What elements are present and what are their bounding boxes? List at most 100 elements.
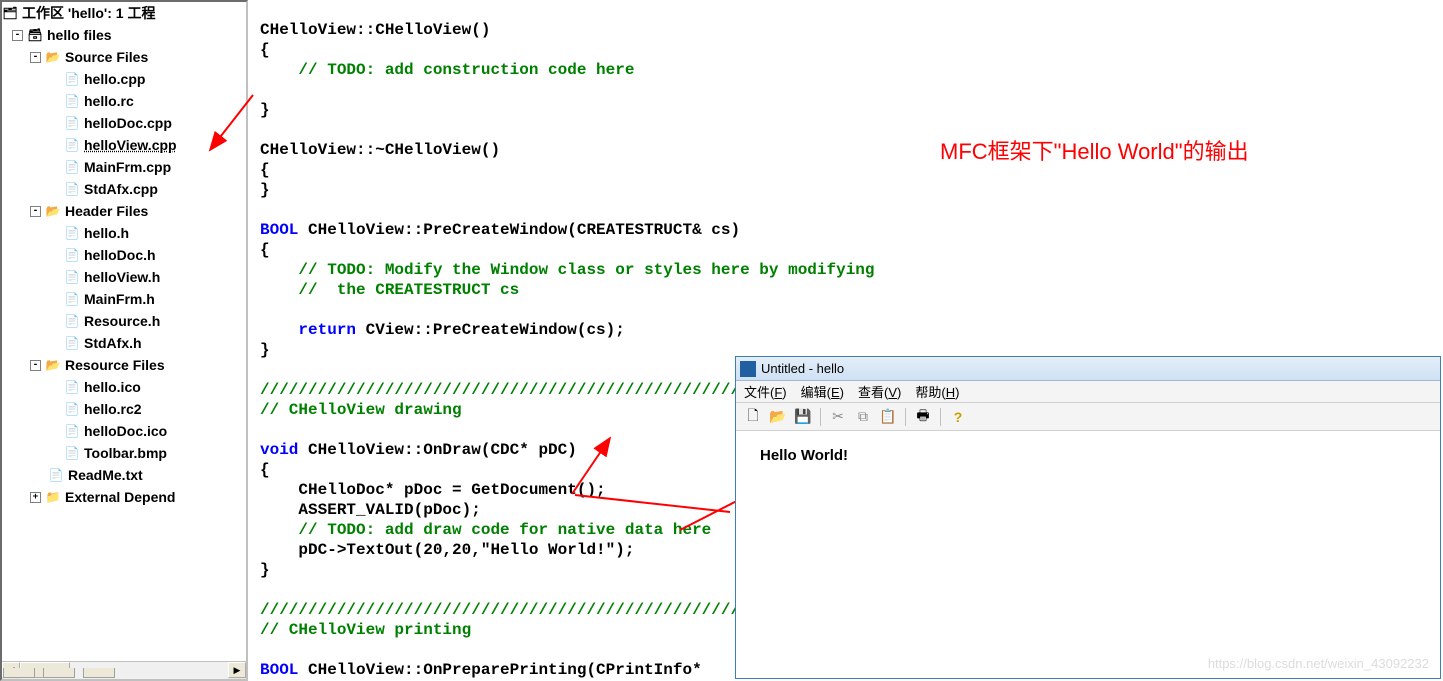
tree-file-label: helloView.h xyxy=(84,269,160,285)
menu-view[interactable]: 查看(V) xyxy=(858,382,901,401)
ico-file-icon: 📄 xyxy=(64,423,80,439)
folder-open-icon: 📂 xyxy=(45,49,61,65)
app-menubar: 文件(F) 编辑(E) 查看(V) 帮助(H) xyxy=(736,381,1440,403)
tree-file[interactable]: 📄StdAfx.h xyxy=(2,332,246,354)
tree-folder-label: Resource Files xyxy=(65,357,165,373)
tree-file[interactable]: 📄Resource.h xyxy=(2,310,246,332)
toolbar-separator xyxy=(940,408,941,426)
app-client-area: Hello World! xyxy=(736,431,1440,678)
tree-file-selected[interactable]: 📄 helloView.cpp xyxy=(2,134,246,156)
tree-project-label: hello files xyxy=(47,27,112,43)
tree-file[interactable]: 📄Toolbar.bmp xyxy=(2,442,246,464)
workspace-tab[interactable] xyxy=(83,668,115,678)
project-icon: 🗃 xyxy=(27,27,43,43)
tree-root-label: 工作区 'hello': 1 工程 xyxy=(22,3,155,23)
ico-file-icon: 📄 xyxy=(64,379,80,395)
tree-root[interactable]: 🗂 工作区 'hello': 1 工程 xyxy=(2,2,246,24)
tree-folder-external[interactable]: + 📁 External Depend xyxy=(2,486,246,508)
tree-file[interactable]: 📄hello.h xyxy=(2,222,246,244)
cut-icon[interactable]: ✂ xyxy=(827,406,849,428)
collapse-icon[interactable]: - xyxy=(12,30,23,41)
tree-file[interactable]: 📄 hello.cpp xyxy=(2,68,246,90)
paste-icon[interactable]: 📋 xyxy=(877,406,899,428)
code-line: CView::PreCreateWindow(cs); xyxy=(356,321,625,339)
tree-file[interactable]: 📄helloDoc.h xyxy=(2,244,246,266)
open-file-icon[interactable]: 📂 xyxy=(767,406,789,428)
menu-edit[interactable]: 编辑(E) xyxy=(801,382,844,401)
workspace-tab[interactable] xyxy=(43,668,75,678)
rc2-file-icon: 📄 xyxy=(64,401,80,417)
folder-open-icon: 📂 xyxy=(45,203,61,219)
copy-icon[interactable]: ⧉ xyxy=(852,406,874,428)
tree-file-label: MainFrm.h xyxy=(84,291,155,307)
code-line: CHelloView::PreCreateWindow(CREATESTRUCT… xyxy=(298,221,740,239)
tree-file[interactable]: 📄hello.ico xyxy=(2,376,246,398)
tree-file[interactable]: 📄 hello.rc xyxy=(2,90,246,112)
workspace-tab[interactable] xyxy=(3,668,35,678)
code-line: } xyxy=(260,561,270,579)
h-file-icon: 📄 xyxy=(64,291,80,307)
code-comment: // TODO: Modify the Window class or styl… xyxy=(298,261,874,279)
help-icon[interactable]: ? xyxy=(947,406,969,428)
menu-help[interactable]: 帮助(H) xyxy=(915,382,959,401)
tree-folder-label: Source Files xyxy=(65,49,148,65)
tree-folder-source[interactable]: - 📂 Source Files xyxy=(2,46,246,68)
new-file-icon[interactable]: 🗋 xyxy=(742,406,764,428)
workspace-tabs xyxy=(3,668,115,678)
collapse-icon[interactable]: - xyxy=(30,206,41,217)
tree-file[interactable]: 📄 helloDoc.cpp xyxy=(2,112,246,134)
code-line: pDC->TextOut(20,20,"Hello World!"); xyxy=(298,541,634,559)
tree-project[interactable]: - 🗃 hello files xyxy=(2,24,246,46)
code-line: ASSERT_VALID(pDoc); xyxy=(298,501,480,519)
cpp-file-icon: 📄 xyxy=(64,115,80,131)
hello-app-window: Untitled - hello 文件(F) 编辑(E) 查看(V) 帮助(H)… xyxy=(735,356,1441,679)
code-comment: // TODO: add construction code here xyxy=(298,61,634,79)
tree-file-label: ReadMe.txt xyxy=(68,467,143,483)
hello-world-text: Hello World! xyxy=(760,447,848,464)
collapse-icon[interactable]: - xyxy=(30,360,41,371)
workspace-tree[interactable]: 🗂 工作区 'hello': 1 工程 - 🗃 hello files - 📂 … xyxy=(2,2,246,638)
tree-folder-header[interactable]: - 📂 Header Files xyxy=(2,200,246,222)
h-file-icon: 📄 xyxy=(64,225,80,241)
code-line: { xyxy=(260,161,270,179)
save-icon[interactable]: 💾 xyxy=(792,406,814,428)
code-line: } xyxy=(260,341,270,359)
tree-file[interactable]: 📄helloDoc.ico xyxy=(2,420,246,442)
tree-file[interactable]: 📄hello.rc2 xyxy=(2,398,246,420)
code-line: } xyxy=(260,101,270,119)
tree-folder-label: Header Files xyxy=(65,203,148,219)
code-line: CHelloView::OnPreparePrinting(CPrintInfo… xyxy=(298,661,701,679)
tree-file-label: helloView.cpp xyxy=(84,137,177,153)
app-toolbar: 🗋 📂 💾 ✂ ⧉ 📋 🖶 ? xyxy=(736,403,1440,431)
code-line: { xyxy=(260,41,270,59)
tree-file[interactable]: 📄MainFrm.h xyxy=(2,288,246,310)
cpp-file-icon: 📄 xyxy=(64,181,80,197)
code-comment: // TODO: add draw code for native data h… xyxy=(298,521,711,539)
code-keyword: return xyxy=(298,321,356,339)
tree-file-label: MainFrm.cpp xyxy=(84,159,171,175)
h-file-icon: 📄 xyxy=(64,335,80,351)
tree-file[interactable]: 📄 MainFrm.cpp xyxy=(2,156,246,178)
menu-file[interactable]: 文件(F) xyxy=(744,382,787,401)
app-titlebar[interactable]: Untitled - hello xyxy=(736,357,1440,381)
cpp-file-icon: 📄 xyxy=(64,71,80,87)
code-line: { xyxy=(260,241,270,259)
toolbar-separator xyxy=(820,408,821,426)
expand-icon[interactable]: + xyxy=(30,492,41,503)
print-icon[interactable]: 🖶 xyxy=(912,406,934,428)
tree-file-label: hello.h xyxy=(84,225,129,241)
code-line: CHelloView::CHelloView() xyxy=(260,21,490,39)
tree-file[interactable]: 📄 StdAfx.cpp xyxy=(2,178,246,200)
code-line: { xyxy=(260,461,270,479)
toolbar-separator xyxy=(905,408,906,426)
scroll-right-button[interactable]: ▶ xyxy=(228,662,246,678)
app-icon xyxy=(740,361,756,377)
code-comment: // CHelloView drawing xyxy=(260,401,462,419)
tree-file[interactable]: 📄helloView.h xyxy=(2,266,246,288)
watermark: https://blog.csdn.net/weixin_43092232 xyxy=(1208,656,1429,671)
tree-file-readme[interactable]: 📄 ReadMe.txt xyxy=(2,464,246,486)
tree-file-label: hello.cpp xyxy=(84,71,145,87)
tree-file-label: helloDoc.ico xyxy=(84,423,167,439)
tree-folder-resource[interactable]: - 📂 Resource Files xyxy=(2,354,246,376)
collapse-icon[interactable]: - xyxy=(30,52,41,63)
